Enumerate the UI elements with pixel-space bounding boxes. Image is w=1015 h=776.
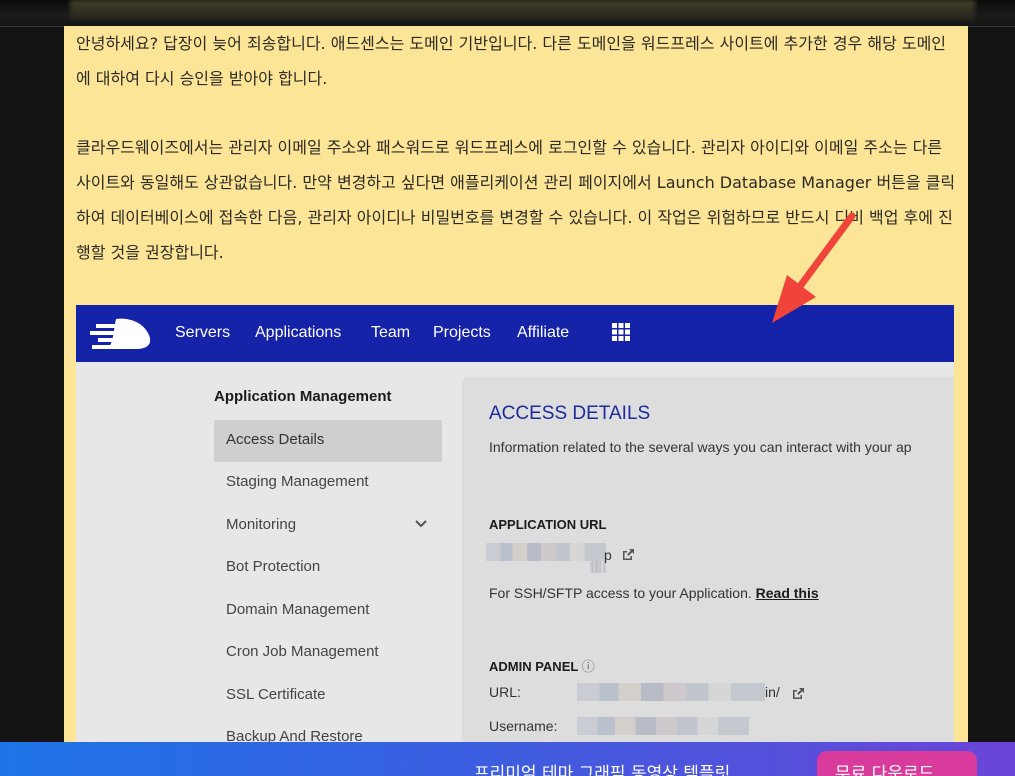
sidebar-item-ssl-certificate[interactable]: SSL Certificate xyxy=(214,675,442,717)
top-strip-glow xyxy=(70,0,975,22)
panel-title: ACCESS DETAILS xyxy=(489,403,651,424)
top-strip xyxy=(0,0,1015,27)
embedded-screenshot: Servers Applications Team Projects Affil… xyxy=(76,305,954,776)
sidebar-title: Application Management xyxy=(214,388,392,405)
read-this-link[interactable]: Read this xyxy=(756,585,819,601)
info-icon[interactable]: ⓘ xyxy=(582,659,595,674)
external-link-icon[interactable] xyxy=(790,686,806,702)
sidebar-item-cron-job-management[interactable]: Cron Job Management xyxy=(214,632,442,674)
nav-team[interactable]: Team xyxy=(371,324,410,342)
redacted-application-url xyxy=(486,543,606,561)
promo-banner[interactable]: 프리미엄 테마 그래픽 동영상 템플릿 무료 다운로드 xyxy=(0,742,1015,776)
nav-applications[interactable]: Applications xyxy=(255,324,341,342)
sidebar-item-staging-management[interactable]: Staging Management xyxy=(214,462,442,504)
sidebar-item-domain-management[interactable]: Domain Management xyxy=(214,590,442,632)
access-details-panel: ACCESS DETAILS Information related to th… xyxy=(462,377,954,776)
app-management-sidebar: Application Management Access Details St… xyxy=(76,362,456,776)
reply-paragraph-1: 안녕하세요? 답장이 늦어 죄송합니다. 애드센스는 도메인 기반입니다. 다른… xyxy=(76,34,947,88)
nav-servers[interactable]: Servers xyxy=(175,324,230,342)
nav-affiliate[interactable]: Affiliate xyxy=(517,324,569,342)
cloudways-logo-icon[interactable] xyxy=(86,313,156,353)
red-arrow-annotation xyxy=(772,212,856,323)
external-link-icon[interactable] xyxy=(620,547,636,563)
sidebar-item-label: Monitoring xyxy=(226,516,297,533)
admin-panel-text: ADMIN PANEL xyxy=(489,659,579,674)
sidebar-item-monitoring[interactable]: Monitoring xyxy=(214,505,442,547)
application-url-suffix: p xyxy=(604,547,612,563)
nav-projects[interactable]: Projects xyxy=(433,324,491,342)
chevron-down-icon xyxy=(415,520,427,528)
apps-grid-icon[interactable] xyxy=(611,322,631,342)
admin-username-label: Username: xyxy=(489,718,558,734)
admin-url-label: URL: xyxy=(489,684,521,700)
redacted-admin-url xyxy=(577,683,765,701)
ssh-sftp-note: For SSH/SFTP access to your Application.… xyxy=(489,585,819,601)
application-url-label: APPLICATION URL xyxy=(489,517,607,532)
admin-url-suffix: in/ xyxy=(765,684,780,700)
sidebar-item-bot-protection[interactable]: Bot Protection xyxy=(214,547,442,589)
sidebar-item-access-details[interactable]: Access Details xyxy=(214,420,442,462)
comment-reply: 안녕하세요? 답장이 늦어 죄송합니다. 애드센스는 도메인 기반입니다. 다른… xyxy=(64,26,968,776)
ssh-sftp-text: For SSH/SFTP access to your Application. xyxy=(489,585,752,601)
admin-panel-label: ADMIN PANEL ⓘ xyxy=(489,656,595,675)
free-download-button[interactable]: 무료 다운로드 xyxy=(817,751,977,776)
banner-text: 프리미엄 테마 그래픽 동영상 템플릿 xyxy=(474,764,731,776)
panel-description: Information related to the several ways … xyxy=(489,439,912,455)
redacted-admin-username xyxy=(577,717,749,735)
